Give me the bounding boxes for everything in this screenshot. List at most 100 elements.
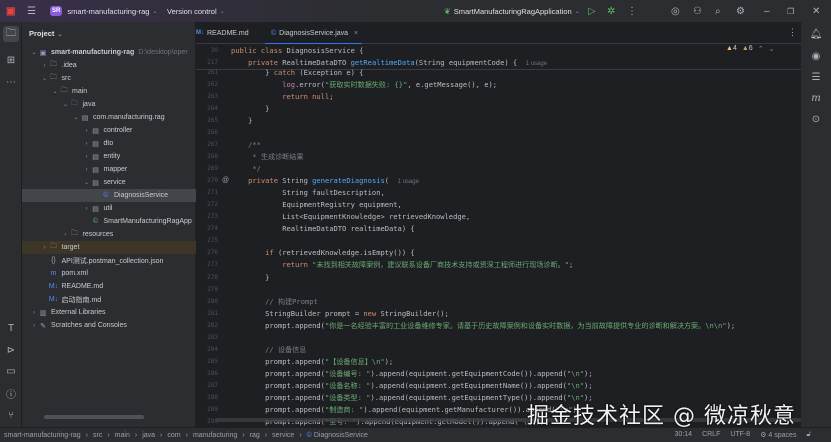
inspection-widget[interactable]: ▲4 ▲6 ⌃ ⌄ xyxy=(726,45,774,53)
tree-item-label: Scratches and Consoles xyxy=(51,322,127,329)
version-control-menu[interactable]: Version control ⌄ xyxy=(167,0,225,22)
close-tab-icon[interactable]: × xyxy=(354,30,358,37)
project-panel-title: Project xyxy=(29,29,55,38)
add-user-icon[interactable]: ⚇ xyxy=(693,0,702,22)
tree-item-package[interactable]: ⌄ ▤ service xyxy=(22,176,196,189)
project-panel-header[interactable]: Project ⌄ xyxy=(29,29,62,38)
line-separator[interactable]: CRLF xyxy=(702,431,720,439)
notifications-bell-icon[interactable]: 🔔︎ xyxy=(808,26,824,42)
run-icon[interactable]: ▷ xyxy=(588,0,596,22)
tree-item-package[interactable]: › ▤ controller xyxy=(22,124,196,137)
chevron-down-icon[interactable]: ⌄ xyxy=(30,49,38,56)
breadcrumb-item[interactable]: service xyxy=(272,432,294,439)
tree-item-package[interactable]: › ▤ entity xyxy=(22,150,196,163)
tree-item-spring-class[interactable]: © SmartManufacturingRagApp xyxy=(22,215,196,228)
tree-item-excluded-folder[interactable]: › 🗀 target xyxy=(22,241,196,254)
restore-icon[interactable]: ❐ xyxy=(787,0,794,22)
previous-highlight-icon[interactable]: ⌃ xyxy=(758,45,764,53)
search-icon[interactable]: ⌕ xyxy=(715,0,721,22)
horizontal-scrollbar[interactable] xyxy=(44,415,144,419)
chevron-down-icon[interactable]: ⌄ xyxy=(51,88,59,95)
chevron-right-icon[interactable]: › xyxy=(83,154,91,160)
res-folder-icon: 🗀 xyxy=(71,230,78,237)
structure-icon[interactable]: ⊞ xyxy=(3,52,19,68)
tree-item-markdown[interactable]: M↓ 启动指南.md xyxy=(22,293,196,306)
tree-item-class[interactable]: © DiagnosisService xyxy=(22,189,196,202)
tree-item-res-folder[interactable]: › 🗀 resources xyxy=(22,228,196,241)
chevron-right-icon[interactable]: › xyxy=(41,245,49,251)
chevron-right-icon: › xyxy=(107,431,110,439)
tree-item-folder[interactable]: ⌄ 🗀 main xyxy=(22,85,196,98)
tree-item-package[interactable]: ⌄ ▤ com.manufacturing.rag xyxy=(22,111,196,124)
more-options-icon[interactable]: ⋮ xyxy=(627,0,637,22)
chevron-right-icon[interactable]: › xyxy=(30,310,38,316)
chevron-right-icon[interactable]: › xyxy=(41,63,49,69)
chevron-down-icon[interactable]: ⌄ xyxy=(72,114,80,121)
code-area[interactable]: 261 } catch (Exception e) {262 log.error… xyxy=(196,67,801,427)
project-folder-icon[interactable]: 🗀 xyxy=(3,26,19,42)
chevron-right-icon[interactable]: › xyxy=(83,206,91,212)
chevron-right-icon[interactable]: › xyxy=(83,128,91,134)
tree-item-module[interactable]: ⌄ ▣ smart-manufacturing-rag D:\desktop\oper xyxy=(22,46,196,59)
tree-item-scratch[interactable]: › ✎ Scratches and Consoles xyxy=(22,319,196,332)
tree-item-library[interactable]: › ▥ External Libraries xyxy=(22,306,196,319)
chevron-right-icon[interactable]: › xyxy=(30,323,38,329)
code-token: if xyxy=(265,248,278,258)
breadcrumb-item[interactable]: com xyxy=(167,432,180,439)
tree-item-src-folder[interactable]: ⌄ 🗀 java xyxy=(22,98,196,111)
ai-assistant-icon[interactable]: ◎ xyxy=(671,0,680,22)
more-tools-icon[interactable]: ⋯ xyxy=(3,74,19,90)
debug-icon[interactable]: ✲ xyxy=(607,0,615,22)
chevron-down-icon[interactable]: ⌄ xyxy=(62,101,70,108)
breadcrumb-item[interactable]: manufacturing xyxy=(193,432,237,439)
minimize-icon[interactable]: – xyxy=(764,0,770,22)
tree-item-folder[interactable]: ⌄ 🗀 src xyxy=(22,72,196,85)
lock-icon[interactable]: 🔓︎ xyxy=(806,431,811,439)
main-menu-icon[interactable]: ☰ xyxy=(27,0,36,22)
class-icon: © xyxy=(271,29,277,37)
override-gutter-icon[interactable]: @ xyxy=(222,175,229,187)
chevron-right-icon[interactable]: › xyxy=(83,141,91,147)
tree-item-json[interactable]: {} API测试.postman_collection.json xyxy=(22,254,196,267)
tree-item-package[interactable]: › ▤ mapper xyxy=(22,163,196,176)
tree-item-package[interactable]: › ▤ dto xyxy=(22,137,196,150)
build-icon[interactable]: T xyxy=(3,320,19,336)
maven-icon[interactable]: m xyxy=(808,90,824,106)
services-icon[interactable]: ⊳ xyxy=(3,342,19,358)
breadcrumb-item[interactable]: java xyxy=(142,432,155,439)
breadcrumb-item[interactable]: smart-manufacturing-rag xyxy=(4,432,81,439)
chevron-right-icon[interactable]: › xyxy=(83,167,91,173)
ai-chat-icon[interactable]: ◉ xyxy=(808,48,824,64)
cursor-position[interactable]: 30:14 xyxy=(675,431,693,439)
database-icon[interactable]: ☰ xyxy=(808,69,824,85)
code-line: 30 public class DiagnosisService { xyxy=(196,45,766,57)
indent-setting[interactable]: ⚙ 4 spaces xyxy=(760,431,796,439)
chevron-right-icon[interactable]: › xyxy=(62,232,70,238)
gear-icon[interactable]: ⚙ xyxy=(736,0,745,22)
run-config-selector[interactable]: ❦ SmartManufacturingRagApplication ⌄ xyxy=(444,0,580,22)
terminal-icon[interactable]: ▭ xyxy=(3,363,19,379)
project-selector[interactable]: SR smart-manufacturing-rag ⌄ xyxy=(50,0,158,22)
endpoints-icon[interactable]: ⊙ xyxy=(808,111,824,127)
tree-item-folder[interactable]: › 🗀 .idea xyxy=(22,59,196,72)
usage-hint[interactable]: 1 usage xyxy=(398,179,419,185)
breadcrumb-item[interactable]: src xyxy=(93,432,102,439)
tab-readme[interactable]: M↓ README.md xyxy=(196,22,249,44)
tab-diagnosis-service[interactable]: © DiagnosisService.java × xyxy=(264,22,363,45)
breadcrumb-item[interactable]: rag xyxy=(250,432,260,439)
tree-item-markdown[interactable]: M↓ README.md xyxy=(22,280,196,293)
chevron-down-icon[interactable]: ⌄ xyxy=(41,75,49,82)
close-icon[interactable]: ✕ xyxy=(812,0,820,22)
tab-options-icon[interactable]: ⋮ xyxy=(788,27,797,38)
chevron-down-icon[interactable]: ⌄ xyxy=(83,179,91,186)
file-encoding[interactable]: UTF-8 xyxy=(730,431,750,439)
breadcrumb-item[interactable]: DiagnosisService xyxy=(314,432,368,439)
code-line: 284 // 设备信息 xyxy=(196,344,766,356)
tree-item-package[interactable]: › ▤ util xyxy=(22,202,196,215)
next-highlight-icon[interactable]: ⌄ xyxy=(769,45,775,53)
folder-icon: 🗀 xyxy=(60,87,68,94)
git-icon[interactable]: ⑂ xyxy=(3,407,19,423)
breadcrumb-item[interactable]: main xyxy=(115,432,130,439)
problems-icon[interactable]: ⓘ xyxy=(3,385,19,401)
tree-item-maven[interactable]: m pom.xml xyxy=(22,267,196,280)
